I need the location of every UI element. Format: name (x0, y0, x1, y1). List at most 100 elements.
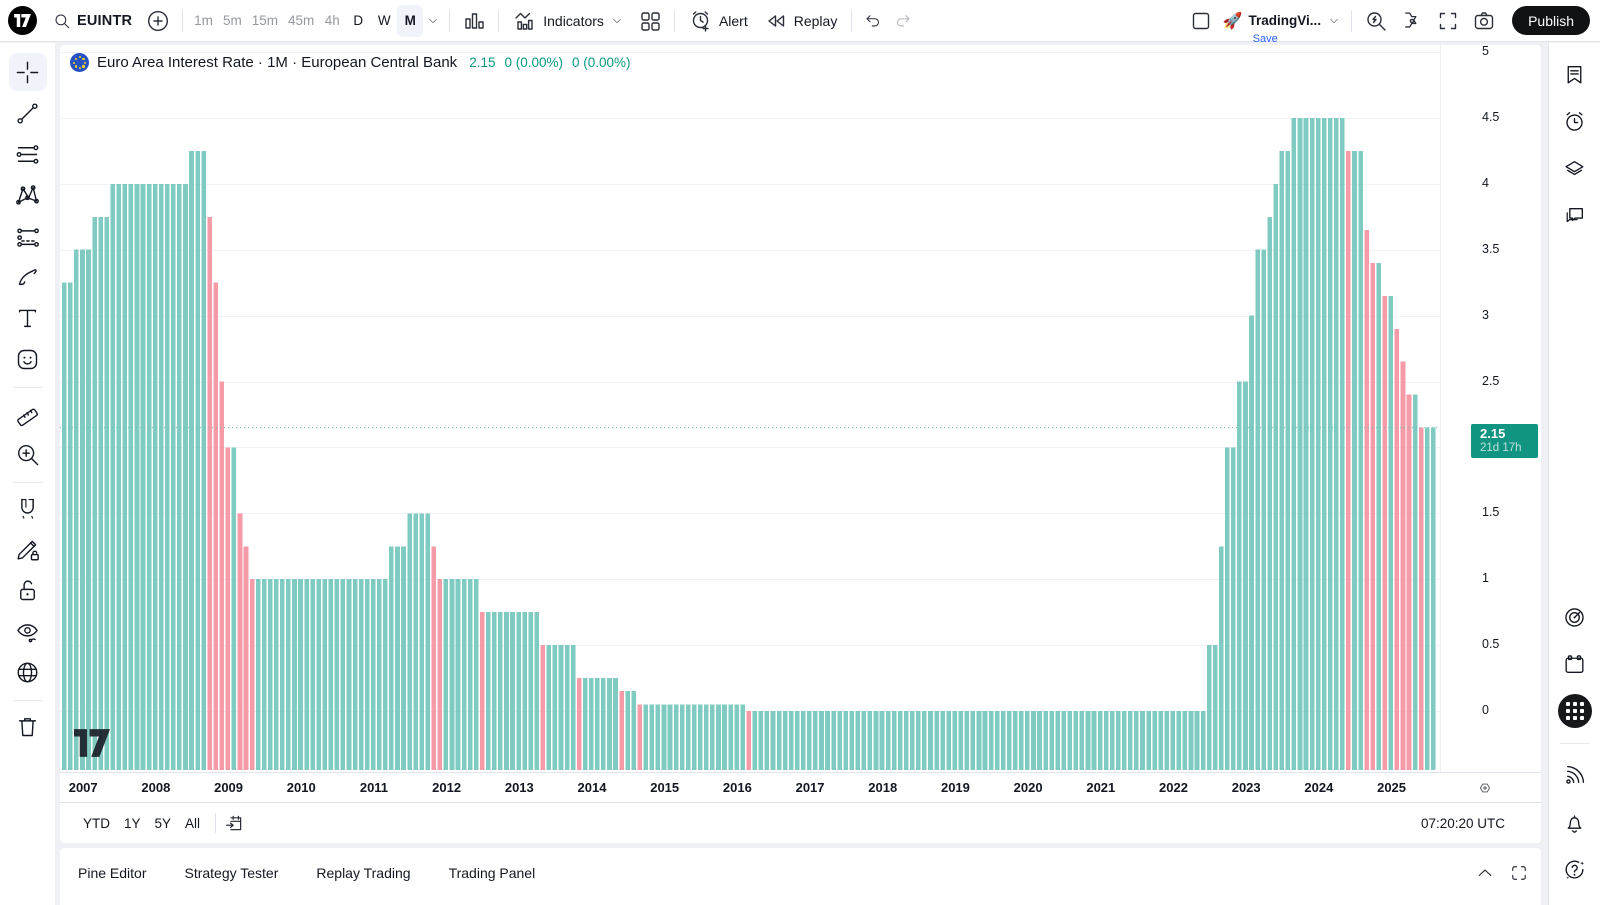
chart-bar (219, 381, 225, 770)
watchlist-panel-toggle[interactable] (1183, 5, 1219, 37)
tool-stay-drawing-mode[interactable] (9, 530, 47, 568)
tradingview-logo[interactable] (8, 6, 37, 35)
interval-menu-button[interactable] (423, 5, 443, 37)
chart-bar (1327, 117, 1333, 770)
chart-bar (316, 579, 322, 770)
save-link[interactable]: Save (1253, 33, 1278, 45)
tool-crosshair[interactable] (8, 53, 47, 91)
chart-legend[interactable]: Euro Area Interest Rate · 1M · European … (70, 53, 631, 72)
price-tick-label: 3 (1482, 307, 1489, 322)
chart-bar (952, 711, 958, 770)
tool-remove-drawings[interactable] (9, 707, 47, 745)
tool-emoji[interactable] (9, 340, 47, 378)
interval-M[interactable]: M (397, 4, 424, 37)
settings-button[interactable] (1394, 5, 1430, 37)
watchlist-toggle[interactable] (1556, 55, 1594, 93)
apps-grid-icon (1557, 694, 1592, 728)
divider (1351, 9, 1353, 32)
chart-bar (1346, 150, 1351, 771)
tool-zoom-in[interactable] (9, 435, 47, 473)
alarm-clock-icon (1566, 111, 1583, 131)
chart-bar (455, 579, 461, 770)
chart-bar (576, 678, 582, 770)
range-1y[interactable]: 1Y (117, 812, 148, 835)
tool-trend-line[interactable] (9, 94, 47, 132)
interval-4h[interactable]: 4h (319, 5, 345, 37)
tool-magnet[interactable] (9, 489, 47, 527)
interval-15m[interactable]: 15m (247, 5, 283, 37)
time-tick-label: 2020 (1013, 780, 1043, 795)
range-all[interactable]: All (178, 812, 207, 835)
tool-text[interactable] (9, 299, 47, 337)
alerts-panel-toggle[interactable] (1556, 102, 1594, 140)
price-tick-label: 1.5 (1482, 505, 1500, 520)
interval-W[interactable]: W (371, 5, 397, 37)
chart-bar (128, 183, 134, 771)
interval-5m[interactable]: 5m (218, 5, 247, 37)
bottom-tab-strategy-tester[interactable]: Strategy Tester (184, 865, 278, 881)
symbol-search-button[interactable]: EUINTR (45, 5, 140, 37)
bottom-tab-trading-panel[interactable]: Trading Panel (449, 865, 536, 881)
range-ytd[interactable]: YTD (76, 812, 117, 835)
chart-bar (1164, 711, 1170, 770)
tool-fib-retracement[interactable] (9, 135, 47, 173)
range-5y[interactable]: 5Y (148, 812, 179, 835)
layout-templates-button[interactable] (632, 5, 668, 37)
fullscreen-button[interactable] (1430, 5, 1466, 37)
screenshot-button[interactable] (1466, 5, 1502, 37)
object-tree-toggle[interactable] (1556, 149, 1594, 187)
redo-button[interactable] (888, 5, 918, 37)
interval-1m[interactable]: 1m (189, 5, 218, 37)
price-axis[interactable]: 00.511.522.533.544.55 (1440, 44, 1541, 772)
alert-button[interactable]: Alert (681, 5, 756, 37)
indicators-button[interactable]: Indicators (505, 5, 632, 37)
interval-buttons: 1m 5m 15m 45m 4h D W M (189, 4, 424, 37)
streams-toggle[interactable] (1556, 756, 1594, 794)
chart-style-button[interactable] (456, 5, 492, 37)
time-tick-label: 2013 (504, 780, 534, 795)
drawing-toolbar (0, 43, 55, 905)
quick-search-button[interactable] (1358, 5, 1394, 37)
add-symbol-button[interactable] (140, 5, 176, 37)
time-axis[interactable]: 2007 2008 2009 2010 2011 2012 2013 2014 2015 2016… (60, 772, 1541, 802)
bottom-tab-replay-trading[interactable]: Replay Trading (316, 865, 410, 881)
chart-bar (1152, 711, 1157, 770)
maximize-panel-icon[interactable] (1509, 863, 1529, 883)
chart-bar (1037, 711, 1042, 770)
divider (12, 700, 43, 701)
help-button[interactable] (1556, 850, 1594, 888)
chart-plot-area[interactable] (60, 45, 1440, 772)
account-menu[interactable]: 🚀 TradingVi... Save (1219, 11, 1345, 45)
interval-D[interactable]: D (345, 5, 371, 37)
axis-settings-gear-icon[interactable] (1477, 780, 1493, 796)
interval-45m[interactable]: 45m (283, 5, 319, 37)
clock-utc[interactable]: 07:20:20 UTC (1421, 816, 1525, 831)
tool-object-visibility-globe[interactable] (9, 653, 47, 691)
calendar-toggle[interactable] (1556, 645, 1594, 683)
last-value: 2.15 (469, 55, 496, 70)
tool-pattern-xabcd[interactable] (9, 176, 47, 214)
replay-button[interactable]: Replay (756, 5, 846, 37)
expand-panel-chevron-icon[interactable] (1475, 863, 1495, 883)
search-icon (55, 13, 70, 28)
tool-projection[interactable] (9, 217, 47, 255)
chart-bar (171, 183, 176, 771)
chart-bar (62, 282, 67, 770)
tool-hide-drawings[interactable] (9, 612, 47, 650)
apps-menu-button[interactable] (1556, 692, 1594, 730)
chart-bar (1352, 150, 1357, 771)
publish-button[interactable]: Publish (1512, 6, 1590, 35)
go-to-date-icon[interactable] (224, 813, 245, 834)
tool-measure[interactable] (9, 394, 47, 432)
tool-lock-drawings[interactable] (9, 571, 47, 609)
range-buttons: YTD 1Y 5Y All (76, 812, 207, 835)
bottom-tab-pine-editor[interactable]: Pine Editor (78, 865, 146, 881)
chat-toggle[interactable] (1556, 196, 1594, 234)
tool-brush[interactable] (9, 258, 47, 296)
chart-bar (1237, 381, 1242, 770)
undo-button[interactable] (858, 5, 888, 37)
chart-bar (1279, 150, 1285, 771)
hotlists-toggle[interactable] (1556, 598, 1594, 636)
chart-values: 2.15 0 (0.00%) 0 (0.00%) (469, 55, 630, 70)
notifications-button[interactable] (1556, 803, 1594, 841)
